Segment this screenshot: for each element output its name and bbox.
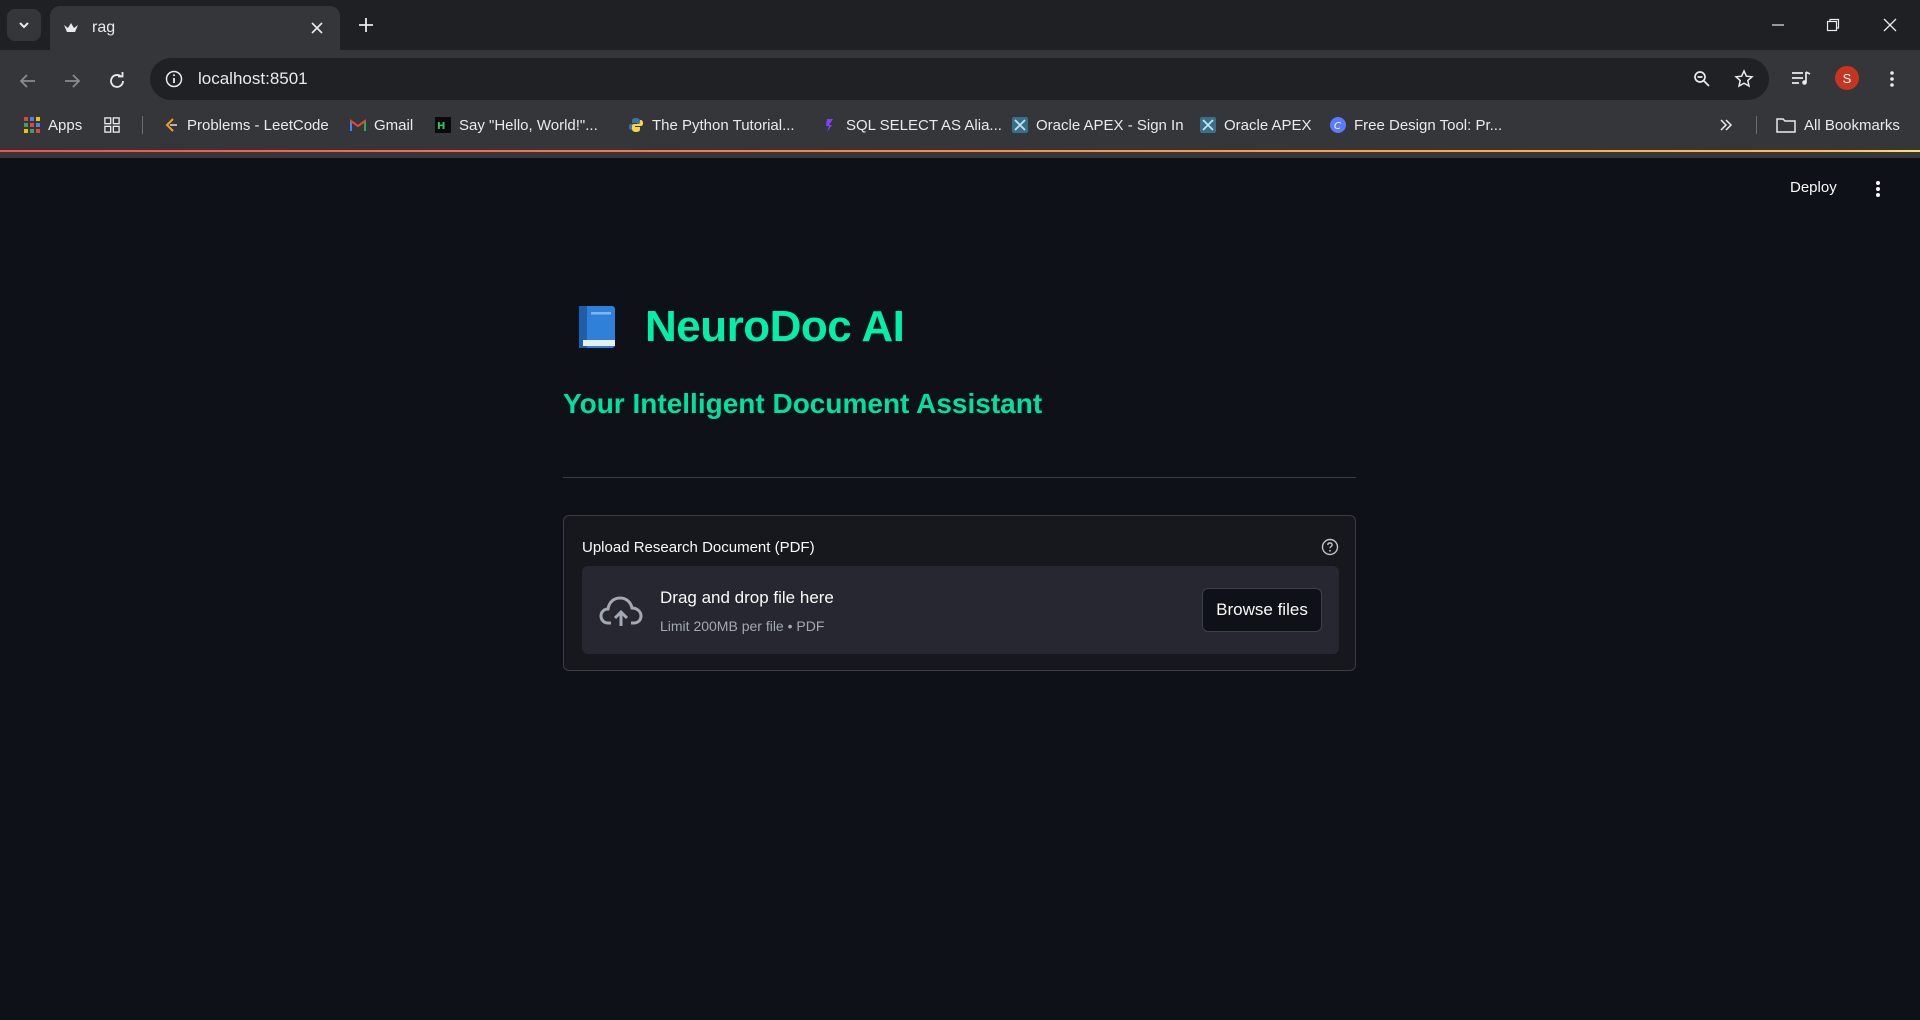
main-menu-button[interactable]: [1868, 177, 1888, 201]
app-title: NeuroDoc AI: [645, 302, 905, 351]
arrow-left-icon: [19, 74, 35, 88]
all-bookmarks-button[interactable]: All Bookmarks: [1776, 108, 1900, 142]
apps-grid-icon: [24, 117, 40, 133]
bookmark-oracle-apex-signin[interactable]: Oracle APEX - Sign In: [1012, 108, 1184, 142]
cloud-upload-icon: [599, 596, 643, 626]
restore-icon: [1826, 18, 1840, 32]
tab-search-button[interactable]: [7, 9, 41, 41]
restore-button[interactable]: [1815, 10, 1851, 40]
bookmark-label: Oracle APEX - Sign In: [1036, 116, 1184, 134]
canva-icon: C: [1330, 117, 1346, 133]
arrow-right-icon: [65, 74, 81, 88]
page-title: NeuroDoc AI: [573, 302, 905, 352]
bookmark-label: The Python Tutorial...: [652, 116, 795, 134]
zoom-icon[interactable]: [1685, 62, 1719, 96]
bookmark-gmail[interactable]: Gmail: [350, 108, 413, 142]
bookmark-python-tutorial[interactable]: The Python Tutorial...: [628, 108, 795, 142]
divider: [563, 477, 1356, 478]
bookmark-leetcode[interactable]: Problems - LeetCode: [163, 108, 329, 142]
bookmark-separator: [1756, 116, 1757, 134]
file-uploader: Upload Research Document (PDF) Drag and …: [563, 515, 1356, 671]
dropzone-title: Drag and drop file here: [660, 588, 834, 607]
minimize-icon: [1772, 24, 1784, 26]
back-button[interactable]: [13, 66, 43, 96]
forward-button[interactable]: [57, 66, 87, 96]
bookmark-separator: [142, 116, 143, 134]
bookmark-label: SQL SELECT AS Alia...: [846, 116, 1002, 134]
bookmark-canva[interactable]: C Free Design Tool: Pr...: [1330, 108, 1502, 142]
tab-strip: rag: [0, 0, 1920, 50]
bookmark-label: Say "Hello, World!"...: [459, 116, 598, 134]
double-chevron-right-icon: [1718, 117, 1734, 133]
browser-tab[interactable]: rag: [50, 6, 340, 50]
address-bar[interactable]: localhost:8501: [150, 58, 1769, 100]
close-icon[interactable]: [306, 17, 328, 39]
tab-groups-icon: [104, 117, 120, 133]
more-vertical-icon: [1890, 71, 1894, 87]
playlist-icon: [1792, 71, 1811, 85]
chevron-down-icon: [19, 22, 29, 29]
bookmark-oracle-apex[interactable]: Oracle APEX: [1200, 108, 1312, 142]
more-vertical-icon: [1876, 181, 1880, 197]
streamlit-crown-icon: [62, 19, 80, 37]
site-info-icon[interactable]: [162, 67, 186, 91]
profile-avatar[interactable]: S: [1835, 66, 1859, 90]
window-close-button[interactable]: [1872, 10, 1908, 40]
uploader-label: Upload Research Document (PDF): [582, 539, 815, 556]
bookmark-label: Free Design Tool: Pr...: [1354, 116, 1503, 134]
bookmark-sql-select[interactable]: SQL SELECT AS Alia...: [822, 108, 1002, 142]
python-icon: [628, 117, 644, 133]
svg-text:C: C: [1334, 121, 1341, 132]
bookmark-label: Apps: [48, 116, 83, 134]
browse-files-button[interactable]: Browse files: [1202, 588, 1322, 632]
minimize-button[interactable]: [1760, 10, 1796, 40]
bookmark-label: Problems - LeetCode: [187, 116, 329, 134]
tab-title: rag: [92, 19, 116, 36]
reload-button[interactable]: [102, 66, 132, 96]
app-header: Deploy: [0, 152, 1920, 232]
bookmark-star-icon[interactable]: [1727, 62, 1761, 96]
bookmark-label: Oracle APEX: [1224, 116, 1312, 134]
blue-book-icon: [579, 306, 615, 348]
file-dropzone[interactable]: Drag and drop file here Limit 200MB per …: [582, 566, 1339, 654]
deploy-button[interactable]: Deploy: [1790, 179, 1837, 196]
gmail-icon: [350, 117, 366, 133]
more-bookmarks-button[interactable]: [1718, 108, 1742, 142]
bookmark-hackerrank[interactable]: H Say "Hello, World!"...: [435, 108, 598, 142]
reload-icon: [110, 72, 124, 88]
leetcode-icon: [163, 117, 179, 133]
plus-icon: [359, 18, 373, 32]
oracle-apex-icon: [1012, 117, 1028, 133]
sql-icon: [822, 117, 838, 133]
all-bookmarks-label: All Bookmarks: [1804, 116, 1900, 134]
bookmark-label: Gmail: [374, 116, 414, 134]
oracle-apex-icon: [1200, 117, 1216, 133]
url-text[interactable]: localhost:8501: [198, 69, 1685, 89]
bookmark-apps[interactable]: Apps: [24, 108, 82, 142]
new-tab-button[interactable]: [353, 12, 379, 38]
tab-groups-button[interactable]: [104, 108, 128, 142]
hackerrank-icon: H: [435, 117, 451, 133]
media-control-button[interactable]: [1786, 64, 1816, 94]
app-subtitle: Your Intelligent Document Assistant: [563, 388, 1043, 419]
close-icon: [1883, 18, 1897, 32]
svg-text:H: H: [437, 121, 445, 132]
folder-icon: [1776, 117, 1796, 133]
chrome-menu-button[interactable]: [1877, 64, 1907, 94]
dropzone-limit: Limit 200MB per file • PDF: [660, 618, 825, 634]
help-icon[interactable]: [1320, 537, 1340, 557]
